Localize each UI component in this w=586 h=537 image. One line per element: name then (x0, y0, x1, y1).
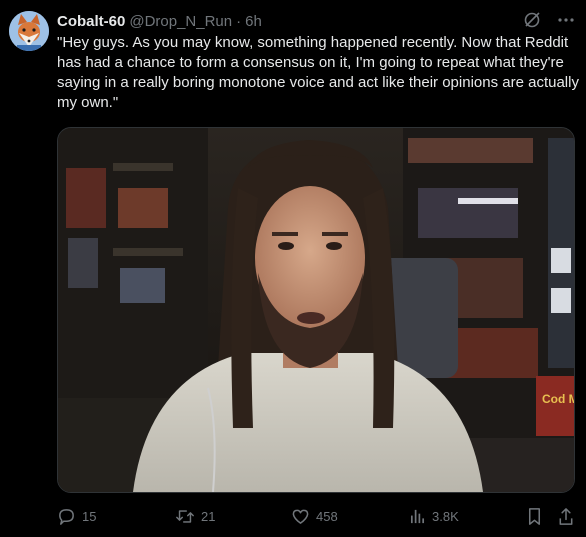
header-actions (522, 10, 576, 30)
reply-count: 15 (82, 508, 97, 524)
share-button[interactable] (557, 504, 581, 528)
like-count: 458 (316, 508, 338, 524)
tweet: Cobalt-60 @Drop_N_Run · 6h "Hey guys. As… (0, 0, 586, 537)
retweet-button[interactable]: 21 (175, 504, 215, 528)
retweet-icon (176, 509, 194, 523)
tweet-text: "Hey guys. As you may know, something ha… (57, 34, 579, 111)
more-options-icon[interactable] (556, 10, 576, 30)
poster-text: Cod M (542, 392, 574, 406)
bookmark-button[interactable] (526, 504, 549, 528)
fox-avatar-icon (9, 11, 49, 51)
reply-button[interactable]: 15 (57, 504, 96, 528)
heart-icon (292, 509, 309, 524)
like-button[interactable]: 458 (291, 504, 338, 528)
separator-dot: · (236, 12, 242, 30)
tweet-header: Cobalt-60 @Drop_N_Run · 6h (57, 11, 262, 31)
view-count: 3.8K (432, 508, 459, 524)
avatar[interactable] (9, 11, 49, 51)
bookmark-icon (528, 507, 541, 525)
views-button[interactable]: 3.8K (409, 504, 459, 528)
media-photo: Cod M (58, 128, 574, 492)
tweet-media[interactable]: Cod M (57, 127, 575, 493)
timestamp[interactable]: 6h (245, 13, 262, 30)
analytics-icon (410, 509, 425, 523)
display-name[interactable]: Cobalt-60 (57, 13, 125, 30)
action-bar: 15 21 458 3.8K (57, 504, 577, 528)
share-icon (559, 507, 573, 525)
retweet-count: 21 (201, 508, 216, 524)
reply-icon (59, 508, 74, 525)
user-handle[interactable]: @Drop_N_Run (129, 13, 232, 30)
grok-icon[interactable] (522, 10, 542, 30)
